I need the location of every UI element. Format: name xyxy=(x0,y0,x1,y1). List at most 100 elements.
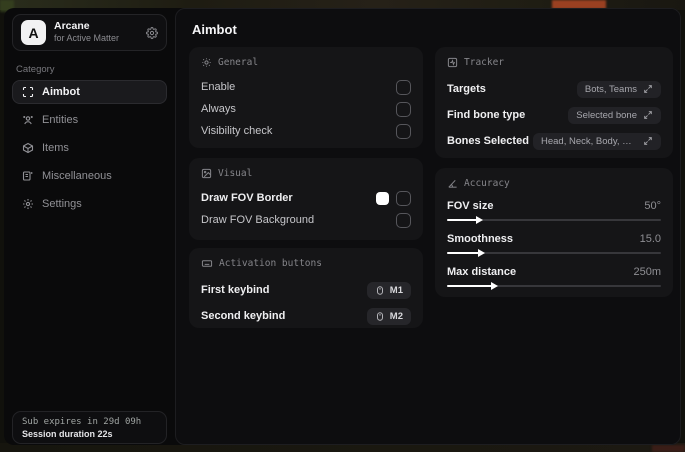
page-title: Aimbot xyxy=(192,22,237,37)
mouse-icon xyxy=(375,311,385,322)
setting-row-bones-selected: Bones Selected Head, Neck, Body, Pe… xyxy=(447,128,661,154)
setting-row-find-bone-type: Find bone type Selected bone xyxy=(447,102,661,128)
general-panel-header: General xyxy=(201,57,411,68)
session-duration-text: Session duration 22s xyxy=(22,428,113,439)
slider-value: 50° xyxy=(644,200,661,212)
tracker-panel: Tracker Targets Bots, Teams Find bone ty… xyxy=(435,47,673,158)
sidebar-item-settings[interactable]: Settings xyxy=(12,192,167,216)
setting-row-enable: Enable xyxy=(201,76,411,98)
sub-expiry-text: Sub expires in 29d 09h xyxy=(22,416,142,427)
visual-panel: Visual Draw FOV Border Draw FOV Backgrou… xyxy=(189,158,423,240)
first-keybind-button[interactable]: M1 xyxy=(366,281,411,299)
sidebar-item-label: Aimbot xyxy=(42,86,80,98)
sidebar-item-label: Entities xyxy=(42,114,79,126)
app-subtitle: for Active Matter xyxy=(54,33,120,44)
setting-label: First keybind xyxy=(201,284,270,296)
dropdown-value: Bots, Teams xyxy=(584,83,637,95)
scan-crosshair-icon xyxy=(22,86,34,98)
slider-value: 15.0 xyxy=(639,233,661,245)
activity-icon xyxy=(447,57,458,68)
targets-dropdown[interactable]: Bots, Teams xyxy=(576,80,661,98)
sidebar-item-label: Settings xyxy=(42,198,82,210)
max-distance-slider[interactable] xyxy=(447,281,661,290)
setting-row-second-keybind: Second keybind M2 xyxy=(201,303,411,329)
accuracy-panel-title: Accuracy xyxy=(464,178,510,189)
find-bone-type-dropdown[interactable]: Selected bone xyxy=(568,106,661,124)
max-distance-slider-group: Max distance 250m xyxy=(447,263,661,290)
category-section-label: Category xyxy=(16,64,55,75)
expand-icon xyxy=(643,136,653,146)
visibility-check-checkbox[interactable] xyxy=(396,123,411,139)
activation-buttons-panel: Activation buttons First keybind M1 Seco… xyxy=(189,248,423,328)
app-title-block: Arcane for Active Matter xyxy=(54,20,138,44)
sidebar-item-label: Items xyxy=(42,142,69,154)
visual-panel-header: Visual xyxy=(201,168,411,179)
tracker-panel-header: Tracker xyxy=(447,57,661,68)
keybind-value: M2 xyxy=(389,310,403,322)
expand-icon xyxy=(643,84,653,94)
activation-panel-header: Activation buttons xyxy=(201,258,411,269)
dropdown-value: Head, Neck, Body, Pe… xyxy=(541,135,637,147)
setting-row-targets: Targets Bots, Teams xyxy=(447,76,661,102)
general-panel-title: General xyxy=(218,57,259,68)
visual-panel-title: Visual xyxy=(218,168,253,179)
slider-fill xyxy=(447,281,498,290)
enable-checkbox[interactable] xyxy=(396,79,411,95)
draw-fov-border-checkbox[interactable] xyxy=(396,190,411,206)
sidebar: A Arcane for Active Matter Category Aimb… xyxy=(4,8,175,445)
sidebar-item-entities[interactable]: Entities xyxy=(12,108,167,132)
cube-icon xyxy=(22,142,34,154)
accuracy-panel-header: Accuracy xyxy=(447,178,661,189)
draw-fov-background-checkbox[interactable] xyxy=(396,212,411,228)
keybind-value: M1 xyxy=(389,284,403,296)
app-header-card: A Arcane for Active Matter xyxy=(12,14,167,51)
accuracy-panel: Accuracy FOV size 50° Smoothness 15.0 Ma… xyxy=(435,168,673,297)
sidebar-item-items[interactable]: Items xyxy=(12,136,167,160)
setting-label: Smoothness xyxy=(447,233,514,245)
bones-selected-dropdown[interactable]: Head, Neck, Body, Pe… xyxy=(533,132,661,150)
setting-label: Second keybind xyxy=(201,310,286,322)
activation-panel-title: Activation buttons xyxy=(219,258,322,269)
app-logo: A xyxy=(21,20,46,45)
category-nav: Aimbot Entities Items Miscellaneous Sett… xyxy=(12,80,167,220)
setting-row-always: Always xyxy=(201,98,411,120)
mouse-icon xyxy=(375,285,385,296)
setting-label: Max distance xyxy=(447,266,517,278)
setting-label: Find bone type xyxy=(447,109,526,121)
general-panel: General Enable Always Visibility check xyxy=(189,47,423,148)
main-panel: Aimbot General Enable Always Visibility … xyxy=(175,8,681,445)
game-background-red-patch xyxy=(652,445,685,452)
slider-fill xyxy=(447,248,486,257)
angle-icon xyxy=(447,178,458,189)
setting-label: FOV size xyxy=(447,200,494,212)
misc-window-icon xyxy=(22,170,34,182)
tracker-panel-title: Tracker xyxy=(464,57,505,68)
fov-size-slider[interactable] xyxy=(447,215,661,224)
second-keybind-button[interactable]: M2 xyxy=(366,307,411,325)
sliders-icon xyxy=(201,57,212,68)
setting-label: Always xyxy=(201,103,236,115)
gear-icon[interactable] xyxy=(146,26,158,39)
entities-icon xyxy=(22,114,34,126)
always-checkbox[interactable] xyxy=(396,101,411,117)
image-icon xyxy=(201,168,212,179)
setting-row-draw-fov-border: Draw FOV Border xyxy=(201,187,411,209)
cheat-menu-window: A Arcane for Active Matter Category Aimb… xyxy=(4,8,681,445)
smoothness-slider[interactable] xyxy=(447,248,661,257)
fov-border-color-swatch[interactable] xyxy=(376,191,389,205)
expand-icon xyxy=(643,110,653,120)
setting-label: Enable xyxy=(201,81,236,93)
setting-label: Draw FOV Border xyxy=(201,192,293,204)
fov-size-slider-group: FOV size 50° xyxy=(447,197,661,224)
gear-icon xyxy=(22,198,34,210)
setting-label: Visibility check xyxy=(201,125,273,137)
slider-value: 250m xyxy=(633,266,661,278)
subscription-status-card: Sub expires in 29d 09h Session duration … xyxy=(12,411,167,444)
sidebar-item-miscellaneous[interactable]: Miscellaneous xyxy=(12,164,167,188)
slider-fill xyxy=(447,215,483,224)
setting-label: Bones Selected xyxy=(447,135,529,147)
setting-row-draw-fov-background: Draw FOV Background xyxy=(201,209,411,231)
fov-border-controls xyxy=(376,190,411,206)
sidebar-item-aimbot[interactable]: Aimbot xyxy=(12,80,167,104)
dropdown-value: Selected bone xyxy=(576,109,637,121)
